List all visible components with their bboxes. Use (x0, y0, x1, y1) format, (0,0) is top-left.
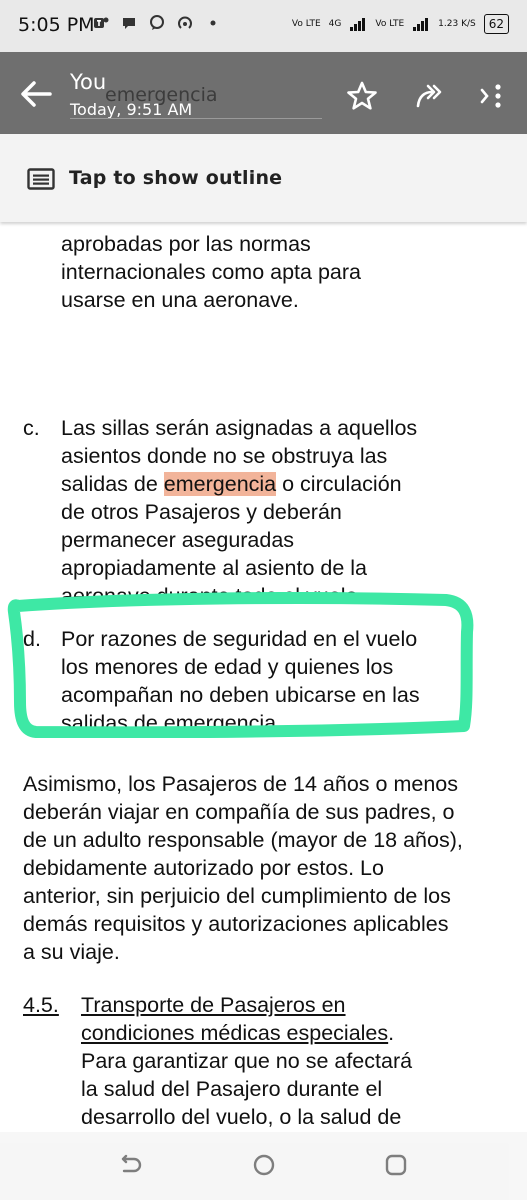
battery-indicator: 62 (483, 14, 509, 34)
doc-line: a su viaje. (23, 940, 120, 964)
doc-line: salidas de emergencia o circulación (61, 472, 402, 497)
data-speed: 1.23 K/S (438, 18, 476, 29)
status-time: 5:05 PM (18, 14, 95, 36)
doc-line: deberán viajar en compañía de sus padres… (23, 800, 455, 824)
recents-nav-icon[interactable] (381, 1150, 411, 1180)
section-title: Transporte de Pasajeros en (81, 993, 346, 1017)
doc-line: Por razones de seguridad en el vuelo (61, 627, 418, 651)
search-match-highlight: emergencia (163, 472, 277, 496)
home-nav-icon[interactable] (249, 1150, 279, 1180)
doc-text: salidas de (61, 472, 164, 496)
doc-line: la salud del Pasajero durante el (81, 1077, 383, 1101)
doc-line: usarse en una aeronave. (61, 288, 299, 312)
list-marker-c: c. (23, 416, 40, 440)
network-type: 4G (328, 18, 342, 29)
search-underline (70, 118, 322, 119)
app-header: emergencia You Today, 9:51 AM (0, 52, 527, 134)
outline-label: Tap to show outline (69, 167, 283, 189)
doc-line: aeronave durante todo el vuelo. (61, 584, 364, 608)
hotspot-icon (178, 16, 192, 29)
network-label-1: Vo LTE (291, 18, 321, 29)
section-title-line2: condiciones médicas especiales. (81, 1021, 394, 1046)
doc-line: anterior, sin perjuicio del cumplimiento… (23, 884, 451, 908)
list-marker-d: d. (23, 627, 41, 651)
doc-line: Asimismo, los Pasajeros de 14 años o men… (23, 772, 458, 796)
doc-line: desarrollo del vuelo, o la salud de (81, 1105, 402, 1129)
doc-line: de otros Pasajeros y deberán (61, 500, 342, 524)
doc-line: debidamente autorizado por estos. Lo (23, 856, 384, 880)
doc-line: salidas de emergencia. (61, 711, 283, 735)
back-nav-icon[interactable] (115, 1150, 145, 1180)
outline-list-icon (27, 168, 55, 190)
section-title-text: condiciones médicas especiales (81, 1021, 389, 1045)
section-number: 4.5. (23, 993, 59, 1017)
section-title-period: . (388, 1021, 395, 1045)
network-label-2: Vo LTE (375, 18, 405, 29)
signal-icon (350, 18, 366, 31)
file-date: Today, 9:51 AM (70, 100, 193, 119)
doc-line: los menores de edad y quienes los (61, 655, 394, 679)
doc-line: acompañan no deben ubicarse en las (61, 683, 420, 707)
doc-line: demás requisitos y autorizaciones aplica… (23, 912, 449, 936)
doc-line: asientos donde no se obstruya las (61, 444, 388, 468)
doc-line: permanecer aseguradas (61, 528, 295, 552)
teams-icon (94, 17, 109, 28)
message-icon (150, 15, 164, 30)
share-forward-icon[interactable] (414, 80, 446, 112)
outline-bar[interactable]: Tap to show outline (0, 134, 527, 222)
doc-line: Para garantizar que no se afectará (81, 1049, 413, 1073)
doc-line: Las sillas serán asignadas a aquellos (61, 416, 418, 440)
status-bar: 5:05 PM Vo LTE 4G Vo LTE 1.23 K/S 62 (0, 0, 527, 52)
chat-bubble-icon (123, 18, 135, 29)
doc-line: internacionales como apta para (61, 260, 361, 284)
doc-line: apropiadamente al asiento de la (61, 556, 367, 580)
doc-line: de un adulto responsable (mayor de 18 añ… (23, 828, 463, 852)
signal-icon-2 (413, 18, 429, 31)
doc-line: aprobadas por las normas (61, 232, 311, 256)
status-indicators: Vo LTE 4G Vo LTE 1.23 K/S 62 (292, 14, 509, 34)
doc-text: o circulación (276, 472, 402, 496)
notification-icons (92, 14, 222, 32)
more-notifications-icon (210, 20, 216, 26)
file-owner-title: You (70, 70, 107, 94)
android-nav-bar (0, 1132, 527, 1200)
more-options-icon[interactable] (478, 80, 510, 112)
back-arrow-icon[interactable] (16, 76, 56, 112)
star-icon[interactable] (346, 80, 378, 112)
pdf-document[interactable]: aprobadas por las normas internacionales… (0, 200, 527, 1200)
